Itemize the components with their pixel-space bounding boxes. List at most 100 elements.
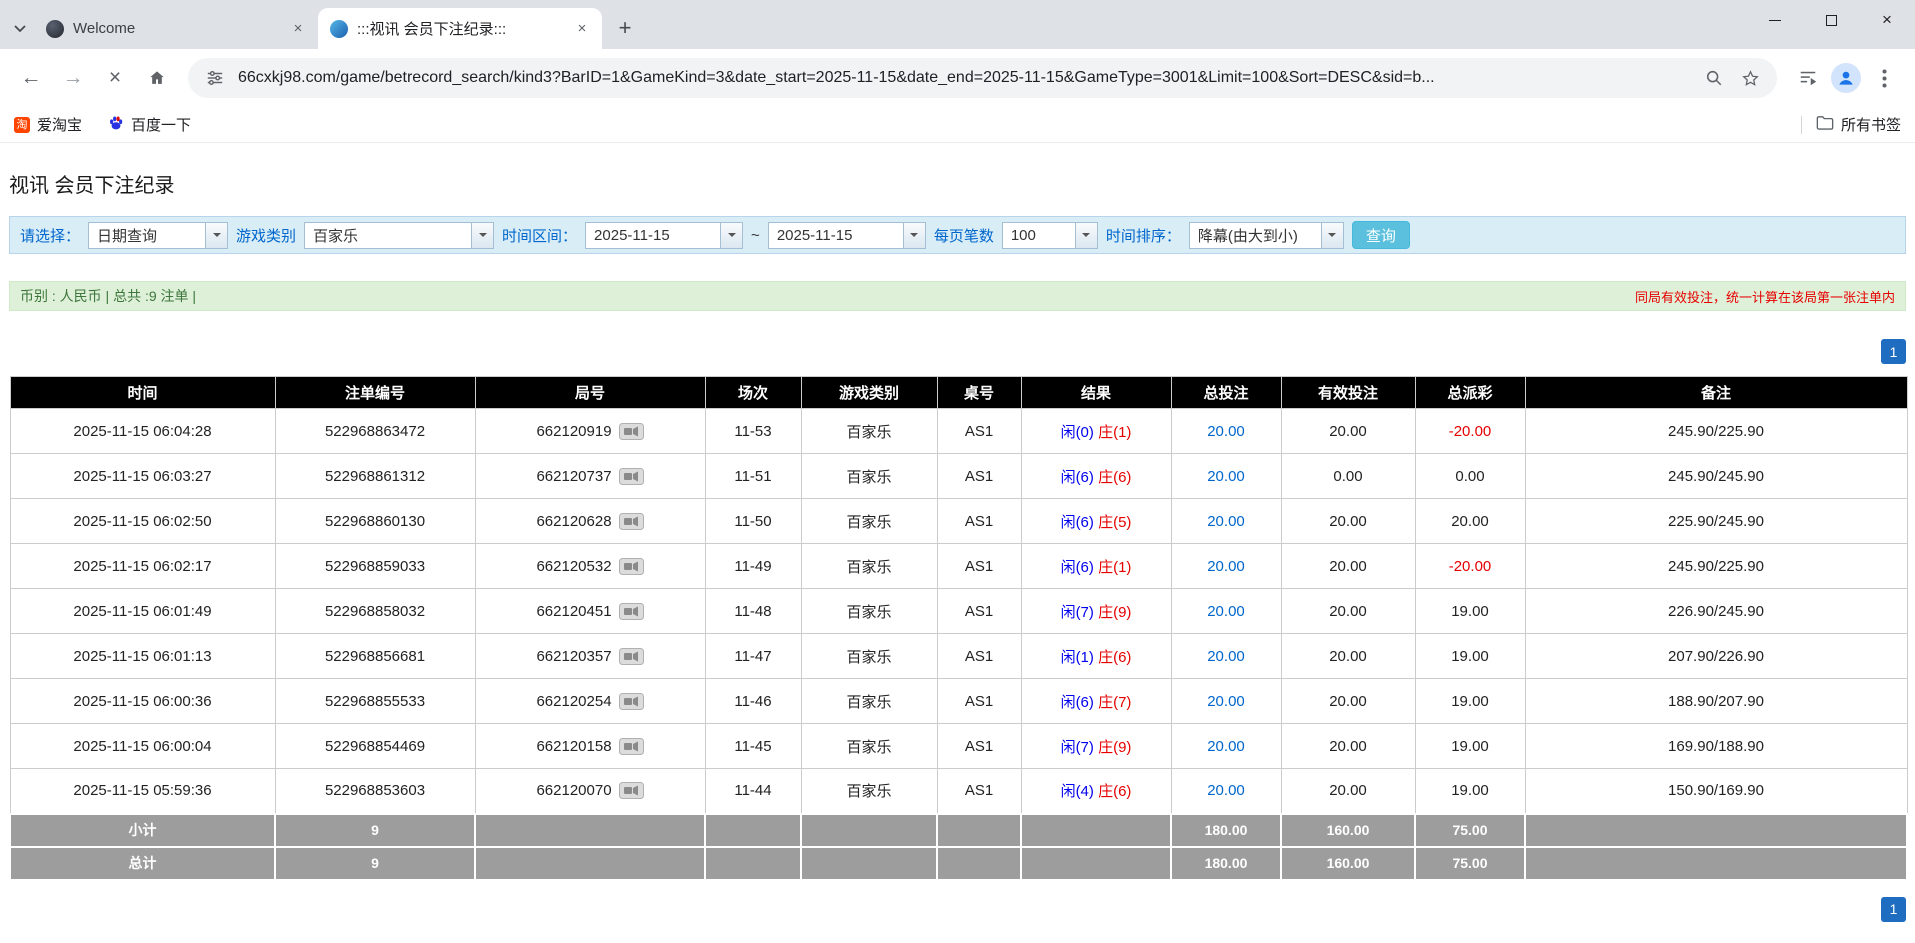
result-banker: 庄(6) [1098,649,1131,666]
chevron-down-icon[interactable] [1075,223,1097,248]
video-replay-icon[interactable] [619,603,644,620]
page-1-button[interactable]: 1 [1881,339,1906,364]
subtotal-valid-bet: 160.00 [1281,814,1415,847]
forward-icon[interactable]: → [54,59,92,97]
minimize-button[interactable] [1747,0,1803,40]
cell-game: 百家乐 [801,634,937,679]
tab-close-icon[interactable]: × [572,19,592,39]
cell-table-no: AS1 [937,679,1021,724]
bookmark-taobao[interactable]: 淘 爱淘宝 [14,114,82,135]
video-replay-icon[interactable] [619,558,644,575]
total-bet-link[interactable]: 20.00 [1207,782,1245,799]
cell-bet-id: 522968858032 [275,589,475,634]
chevron-down-icon[interactable] [471,223,493,248]
cell-remark: 207.90/226.90 [1525,634,1907,679]
cell-round: 662120919 [475,409,705,454]
home-icon[interactable] [138,59,176,97]
browser-window: Welcome × :::视讯 会员下注纪录::: × + × ← → × [0,0,1915,143]
zoom-icon[interactable] [1701,65,1727,91]
chevron-down-icon[interactable] [720,223,742,248]
total-bet-link[interactable]: 20.00 [1207,423,1245,440]
col-header-round: 局号 [475,377,705,409]
cell-total-bet: 20.00 [1171,409,1281,454]
col-header-total-bet: 总投注 [1171,377,1281,409]
cell-payout: 19.00 [1415,769,1525,814]
result-banker: 庄(1) [1098,559,1131,576]
cell-game: 百家乐 [801,544,937,589]
video-replay-icon[interactable] [619,738,644,755]
cell-table-no: AS1 [937,454,1021,499]
chevron-down-icon[interactable] [903,223,925,248]
navigation-bar: ← → × 66cxkj98.com/game/betrecord_search… [0,49,1915,107]
cell-bet-id: 522968860130 [275,499,475,544]
bet-row: 2025-11-15 06:01:13522968856681662120357… [10,634,1907,679]
chevron-down-icon[interactable] [6,8,34,49]
url-bar[interactable]: 66cxkj98.com/game/betrecord_search/kind3… [188,58,1777,98]
bet-records-table: 时间 注单编号 局号 场次 游戏类别 桌号 结果 总投注 有效投注 总派彩 备注… [9,376,1908,881]
tab-close-icon[interactable]: × [288,19,308,39]
chevron-down-icon[interactable] [1321,223,1343,248]
close-window-button[interactable]: × [1859,0,1915,40]
cell-session: 11-51 [705,454,801,499]
cell-time: 2025-11-15 06:01:49 [10,589,275,634]
tab-welcome[interactable]: Welcome × [34,8,318,49]
round-number: 662120158 [536,738,611,755]
total-bet-link[interactable]: 20.00 [1207,738,1245,755]
cell-table-no: AS1 [937,544,1021,589]
sort-select[interactable]: 降幕(由大到小) [1189,222,1344,249]
cell-bet-id: 522968853603 [275,769,475,814]
cell-session: 11-53 [705,409,801,454]
all-bookmarks-button[interactable]: 所有书签 [1816,114,1901,135]
profile-avatar[interactable] [1831,63,1861,93]
cell-result: 闲(6) 庄(6) [1021,454,1171,499]
total-bet-link[interactable]: 20.00 [1207,603,1245,620]
result-banker: 庄(7) [1098,694,1131,711]
cell-valid-bet: 0.00 [1281,454,1415,499]
total-bet-link[interactable]: 20.00 [1207,648,1245,665]
video-replay-icon[interactable] [619,468,644,485]
cell-round: 662120357 [475,634,705,679]
per-page-select[interactable]: 100 [1002,222,1098,249]
table-body: 2025-11-15 06:04:28522968863472662120919… [10,409,1907,814]
search-button[interactable]: 查询 [1352,221,1410,249]
video-replay-icon[interactable] [619,648,644,665]
media-controls-icon[interactable] [1789,59,1827,97]
video-replay-icon[interactable] [619,693,644,710]
cell-result: 闲(7) 庄(9) [1021,724,1171,769]
video-replay-icon[interactable] [619,423,644,440]
tab-bet-records[interactable]: :::视讯 会员下注纪录::: × [318,8,602,49]
all-bookmarks-label: 所有书签 [1841,114,1901,135]
video-replay-icon[interactable] [619,513,644,530]
query-type-select[interactable]: 日期查询 [88,222,228,249]
total-bet-link[interactable]: 20.00 [1207,558,1245,575]
bookmark-star-icon[interactable] [1737,65,1763,91]
round-number: 662120532 [536,558,611,575]
tab-title: Welcome [73,20,279,37]
back-icon[interactable]: ← [12,59,50,97]
result-player: 闲(7) [1061,604,1094,621]
game-kind-select[interactable]: 百家乐 [304,222,494,249]
sort-value: 降幕(由大到小) [1190,223,1321,248]
round-number: 662120451 [536,603,611,620]
cell-result: 闲(6) 庄(1) [1021,544,1171,589]
site-settings-icon[interactable] [202,65,228,91]
cell-bet-id: 522968856681 [275,634,475,679]
page-1-button[interactable]: 1 [1881,897,1906,922]
bookmark-baidu[interactable]: 百度一下 [108,114,191,135]
new-tab-button[interactable]: + [608,11,642,45]
col-header-table: 桌号 [937,377,1021,409]
total-bet-link[interactable]: 20.00 [1207,468,1245,485]
cell-round: 662120737 [475,454,705,499]
date-start-select[interactable]: 2025-11-15 [585,222,743,249]
date-end-select[interactable]: 2025-11-15 [768,222,926,249]
cell-round: 662120532 [475,544,705,589]
stop-loading-icon[interactable]: × [96,59,134,97]
total-bet-link[interactable]: 20.00 [1207,693,1245,710]
menu-kebab-icon[interactable] [1865,59,1903,97]
chevron-down-icon[interactable] [205,223,227,248]
video-replay-icon[interactable] [619,782,644,799]
total-bet-link[interactable]: 20.00 [1207,513,1245,530]
date-range-label: 时间区间： [502,225,577,246]
window-controls: × [1747,0,1915,40]
maximize-button[interactable] [1803,0,1859,40]
